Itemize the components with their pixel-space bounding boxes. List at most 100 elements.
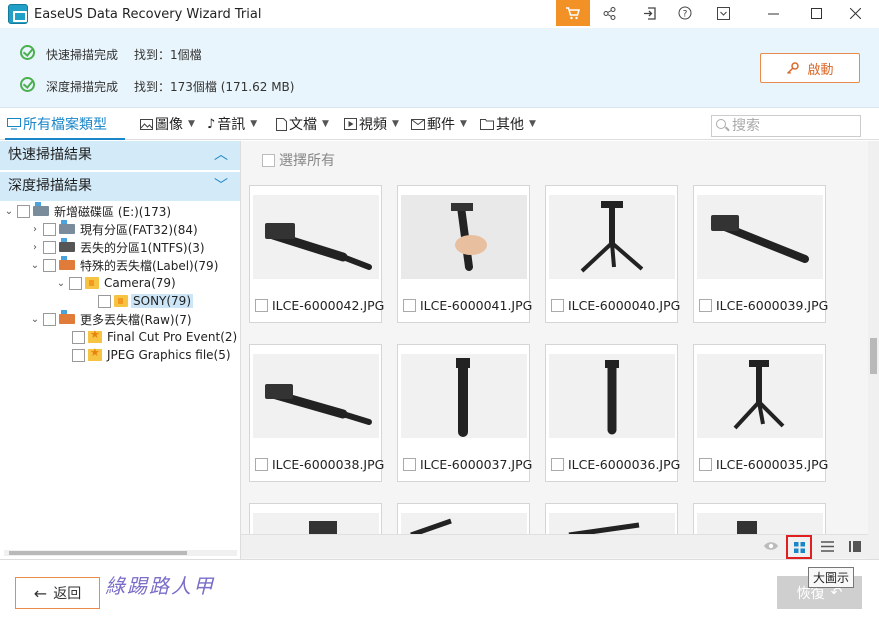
tree-checkbox[interactable] — [72, 330, 85, 344]
deep-scan-results-header[interactable]: 深度掃描結果 ﹀ — [0, 172, 240, 201]
tree-checkbox[interactable] — [69, 276, 82, 290]
tree-item-label: 丟失的分區1(NTFS)(3) — [80, 240, 205, 255]
folder-icon — [480, 119, 494, 130]
file-name: ILCE-6000040.JPG — [568, 298, 681, 313]
thumbnail-selfie-stick-diagonal — [697, 195, 823, 279]
quick-scan-results-header[interactable]: 快速掃描結果 ︿ — [0, 141, 240, 170]
tree-item-camera[interactable]: ⌄ Camera(79) — [56, 274, 176, 292]
login-icon[interactable] — [632, 0, 666, 26]
tree-checkbox[interactable] — [17, 204, 30, 218]
file-name: ILCE-6000041.JPG — [420, 298, 533, 313]
chevron-down-icon[interactable]: ﹀ — [214, 172, 228, 201]
start-button[interactable]: 啟動 — [760, 53, 860, 83]
maximize-icon[interactable] — [797, 0, 835, 26]
tree-item-existing-partition[interactable]: › 現有分區(FAT32)(84) — [30, 220, 198, 238]
collapse-icon[interactable]: ⌄ — [56, 278, 66, 289]
tree-item-jpeg[interactable]: JPEG Graphics file(5) — [72, 346, 231, 364]
chevron-down-icon: ▼ — [529, 119, 536, 129]
tree-item-special-lost-files[interactable]: ⌄ 特殊的丟失檔(Label)(79) — [30, 256, 218, 274]
collapse-icon[interactable]: ⌄ — [4, 206, 14, 217]
tab-email-label: 郵件 — [427, 117, 455, 133]
file-card[interactable] — [545, 503, 678, 535]
tree-checkbox[interactable] — [72, 348, 85, 362]
tree-item-sony[interactable]: SONY(79) — [98, 292, 194, 310]
tree-checkbox[interactable] — [43, 240, 56, 254]
tree-item-label: 新增磁碟區 (E:)(173) — [54, 204, 172, 219]
tab-video-label: 視頻 — [359, 117, 387, 133]
grid-scroll-thumb[interactable] — [870, 338, 877, 374]
select-all-checkbox[interactable]: 選擇所有 — [262, 150, 335, 170]
file-name: ILCE-6000037.JPG — [420, 457, 533, 472]
tab-image[interactable]: 圖像 ▼ — [140, 114, 195, 134]
collapse-icon[interactable]: ⌄ — [30, 260, 40, 271]
tree-item-label: JPEG Graphics file(5) — [107, 348, 231, 362]
expand-icon[interactable]: › — [30, 242, 40, 253]
file-name: ILCE-6000038.JPG — [272, 457, 385, 472]
folder-icon — [85, 277, 99, 289]
file-card[interactable]: ILCE-6000039.JPG — [693, 185, 829, 323]
tree-checkbox[interactable] — [43, 222, 56, 236]
thumbnail-tripod — [549, 195, 675, 279]
file-card[interactable]: ILCE-6000040.JPG — [545, 185, 681, 323]
file-card[interactable]: ILCE-6000037.JPG — [397, 344, 533, 482]
tree-item-more-lost-files[interactable]: ⌄ 更多丟失檔(Raw)(7) — [30, 310, 192, 328]
tree-item-lost-partition[interactable]: › 丟失的分區1(NTFS)(3) — [30, 238, 205, 256]
select-all-label: 選擇所有 — [279, 153, 335, 169]
file-card[interactable]: ILCE-6000042.JPG — [249, 185, 384, 323]
file-checkbox[interactable] — [255, 299, 268, 312]
cart-icon[interactable] — [556, 0, 590, 26]
file-checkbox[interactable] — [699, 458, 712, 471]
tree-item-label: Camera(79) — [104, 276, 176, 290]
tree-item-label: 特殊的丟失檔(Label)(79) — [80, 258, 219, 273]
back-button[interactable]: ← 返回 — [15, 577, 100, 609]
search-input[interactable]: 搜索 — [711, 115, 861, 137]
tree-checkbox[interactable] — [43, 312, 56, 326]
file-name: ILCE-6000039.JPG — [716, 298, 829, 313]
file-card[interactable]: ILCE-6000041.JPG — [397, 185, 533, 323]
expand-icon[interactable]: › — [30, 224, 40, 235]
file-card[interactable] — [249, 503, 382, 535]
file-checkbox[interactable] — [403, 299, 416, 312]
tab-email[interactable]: 郵件 ▼ — [411, 114, 467, 134]
file-checkbox[interactable] — [403, 458, 416, 471]
quick-scan-results-label: 快速掃描結果 — [8, 147, 92, 163]
tree-item-final-cut[interactable]: Final Cut Pro Event(2) — [72, 328, 237, 346]
file-checkbox[interactable] — [551, 458, 564, 471]
tab-document[interactable]: 文檔 ▼ — [276, 114, 329, 134]
tree-checkbox[interactable] — [98, 294, 111, 308]
file-card[interactable] — [693, 503, 826, 535]
list-view-icon[interactable] — [821, 541, 834, 555]
file-card[interactable]: ILCE-6000038.JPG — [249, 344, 385, 482]
chevron-down-icon: ▼ — [188, 119, 195, 129]
tab-audio-label: 音訊 — [217, 117, 246, 133]
sidebar-scroll-thumb[interactable] — [9, 551, 187, 555]
close-icon[interactable] — [836, 0, 874, 26]
file-card[interactable]: ILCE-6000035.JPG — [693, 344, 828, 482]
share-icon[interactable] — [592, 0, 626, 26]
tab-all-file-types[interactable]: 所有檔案類型 — [7, 114, 107, 134]
tab-video[interactable]: 視頻 ▼ — [344, 114, 399, 134]
file-card[interactable] — [397, 503, 530, 535]
help-icon[interactable]: ? — [668, 0, 702, 26]
chevron-up-icon[interactable]: ︿ — [214, 141, 228, 170]
tab-other[interactable]: 其他 ▼ — [480, 114, 536, 134]
file-card[interactable]: ILCE-6000036.JPG — [545, 344, 680, 482]
file-checkbox[interactable] — [699, 299, 712, 312]
file-checkbox[interactable] — [551, 299, 564, 312]
tab-audio[interactable]: ♪ 音訊 ▼ — [207, 114, 257, 134]
tree-checkbox[interactable] — [43, 258, 56, 272]
detail-view-icon[interactable] — [849, 541, 861, 555]
tree-item-volume-e[interactable]: ⌄ 新增磁碟區 (E:)(173) — [4, 202, 171, 220]
checkbox[interactable] — [262, 153, 275, 167]
large-icon-view-button[interactable] — [786, 535, 812, 559]
grid-view-icon — [793, 541, 805, 553]
tree-item-label: Final Cut Pro Event(2) — [107, 330, 238, 344]
preview-eye-icon[interactable] — [763, 540, 779, 555]
folder-icon — [114, 295, 128, 307]
file-checkbox[interactable] — [255, 458, 268, 471]
thumbnail-tripod — [697, 354, 823, 438]
thumbnail-stick-vertical — [401, 354, 527, 438]
menu-dropdown-icon[interactable] — [706, 0, 740, 26]
minimize-icon[interactable] — [754, 0, 792, 26]
collapse-icon[interactable]: ⌄ — [30, 314, 40, 325]
